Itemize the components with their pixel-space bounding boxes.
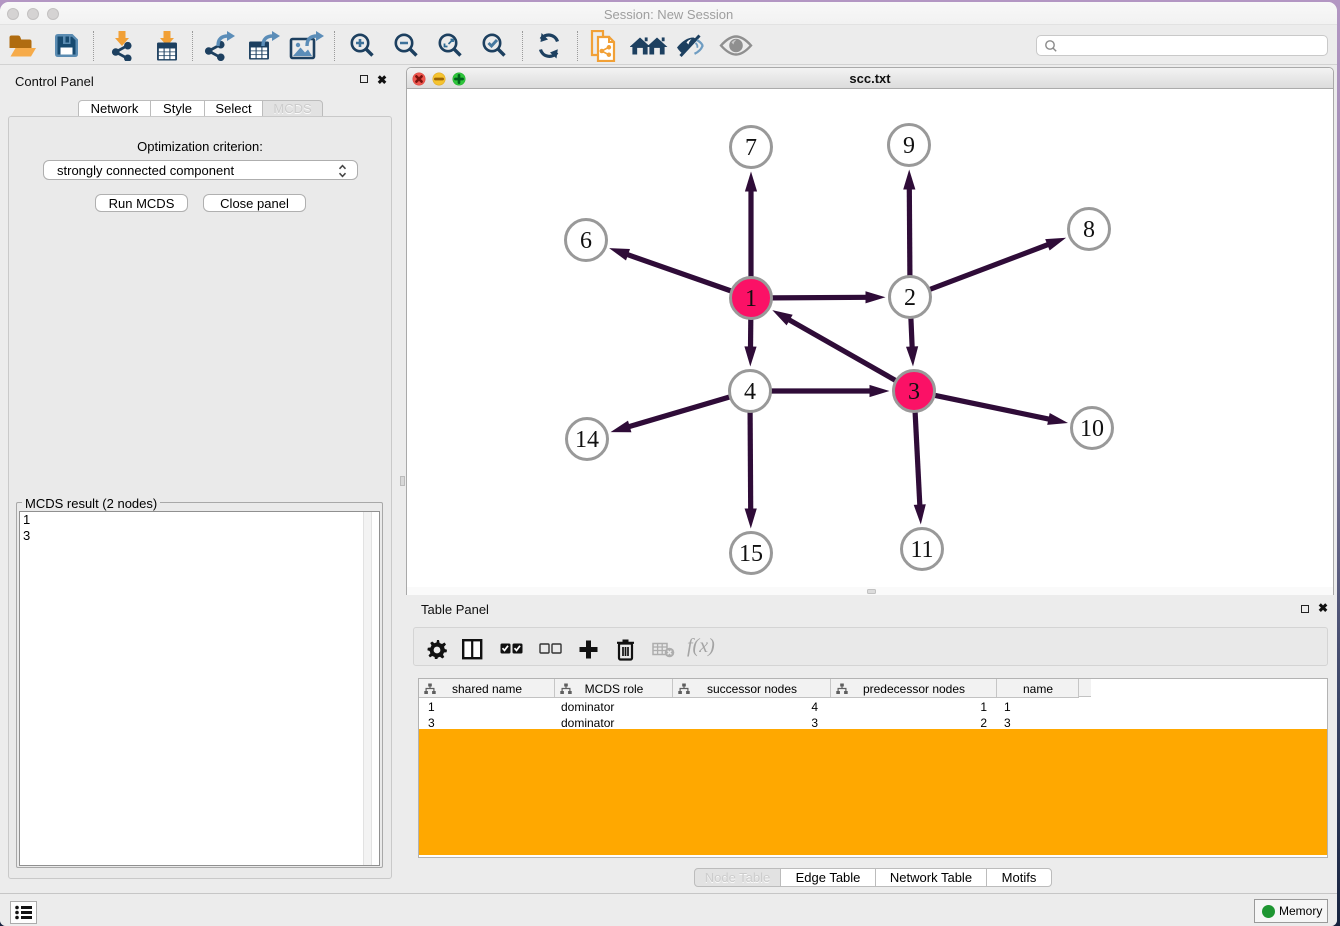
svg-text:8: 8 bbox=[1083, 217, 1095, 243]
svg-text:6: 6 bbox=[580, 228, 592, 254]
svg-text:3: 3 bbox=[908, 379, 920, 405]
svg-text:2: 2 bbox=[904, 285, 916, 311]
svg-text:1: 1 bbox=[745, 286, 757, 312]
svg-text:10: 10 bbox=[1080, 416, 1104, 442]
svg-text:15: 15 bbox=[739, 541, 763, 567]
svg-text:9: 9 bbox=[903, 133, 915, 159]
svg-text:11: 11 bbox=[910, 537, 933, 563]
svg-text:4: 4 bbox=[744, 379, 756, 405]
svg-text:7: 7 bbox=[745, 135, 757, 161]
svg-text:14: 14 bbox=[575, 427, 599, 453]
